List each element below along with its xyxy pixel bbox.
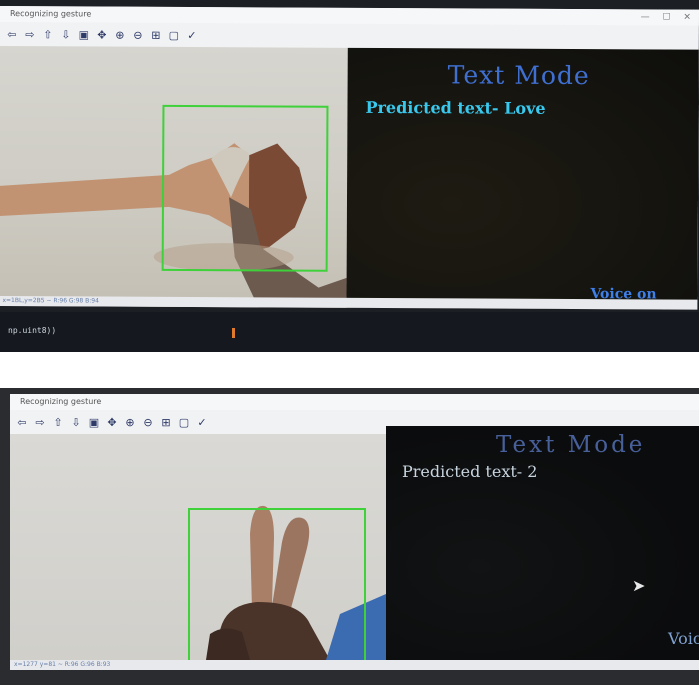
arrow-down-icon[interactable]: ⇩ <box>60 28 72 41</box>
arrow-up-icon[interactable]: ⇧ <box>42 28 54 41</box>
window-title: Recognizing gesture <box>20 397 102 406</box>
terminal-code: np.uint8)) <box>8 326 57 335</box>
fit-icon[interactable]: ⊞ <box>150 28 162 41</box>
maximize-icon[interactable]: ☐ <box>662 12 670 22</box>
gesture-window: Recognizing gesture ⇦ ⇨ ⇧ ⇩ ▣ ✥ ⊕ ⊖ ⊞ ▢ … <box>10 394 699 670</box>
close-icon[interactable]: ✕ <box>683 13 691 23</box>
arrow-right-icon[interactable]: ⇨ <box>34 416 46 429</box>
zoom-in-icon[interactable]: ⊕ <box>114 28 126 41</box>
arrow-left-icon[interactable]: ⇦ <box>6 28 18 41</box>
screenshot-top: Recognizing gesture — ☐ ✕ ⇦ ⇨ ⇧ ⇩ ▣ ✥ ⊕ … <box>0 0 699 352</box>
camera-feed <box>0 45 348 308</box>
status-bar: x=1277 y=81 ~ R:96 G:96 B:93 <box>10 660 699 670</box>
camera-feed <box>10 434 386 660</box>
settings-icon[interactable]: ✓ <box>186 28 198 41</box>
window-controls: — ☐ ✕ <box>631 9 691 25</box>
pan-icon[interactable]: ✥ <box>96 28 108 41</box>
window-titlebar: Recognizing gesture <box>10 394 699 410</box>
arrow-up-icon[interactable]: ⇧ <box>52 416 64 429</box>
terminal-cursor-mark <box>232 328 235 338</box>
mouse-cursor-icon: ➤ <box>632 576 646 595</box>
zoom-out-icon[interactable]: ⊖ <box>132 28 144 41</box>
zoom-out-icon[interactable]: ⊖ <box>142 416 154 429</box>
zoom-in-icon[interactable]: ⊕ <box>124 416 136 429</box>
arrow-right-icon[interactable]: ⇨ <box>24 28 36 41</box>
text-mode-panel: Text Mode Predicted text- Love Voice on <box>346 47 699 310</box>
window-title: Recognizing gesture <box>9 9 92 19</box>
gesture-window: Recognizing gesture — ☐ ✕ ⇦ ⇨ ⇧ ⇩ ▣ ✥ ⊕ … <box>0 6 699 310</box>
text-mode-panel: Text Mode Predicted text- 2 ➤ Voic <box>386 426 699 660</box>
select-icon[interactable]: ▢ <box>178 416 190 429</box>
fit-icon[interactable]: ⊞ <box>160 416 172 429</box>
mode-title: Text Mode <box>496 432 646 458</box>
screenshot-bottom: Recognizing gesture ⇦ ⇨ ⇧ ⇩ ▣ ✥ ⊕ ⊖ ⊞ ▢ … <box>0 388 699 685</box>
voice-status: Voic <box>668 629 699 648</box>
arrow-left-icon[interactable]: ⇦ <box>16 416 28 429</box>
terminal-strip: np.uint8)) <box>0 312 699 352</box>
pan-icon[interactable]: ✥ <box>106 416 118 429</box>
window-titlebar: Recognizing gesture — ☐ ✕ <box>0 6 699 26</box>
predicted-text: Predicted text- 2 <box>402 462 538 481</box>
mode-title: Text Mode <box>447 60 590 91</box>
settings-icon[interactable]: ✓ <box>196 416 208 429</box>
save-icon[interactable]: ▣ <box>78 28 90 41</box>
select-icon[interactable]: ▢ <box>168 28 180 41</box>
arrow-down-icon[interactable]: ⇩ <box>70 416 82 429</box>
toolbar: ⇦ ⇨ ⇧ ⇩ ▣ ✥ ⊕ ⊖ ⊞ ▢ ✓ <box>0 24 699 48</box>
predicted-text: Predicted text- Love <box>365 97 546 118</box>
minimize-icon[interactable]: — <box>641 12 650 22</box>
roi-box <box>161 104 329 272</box>
roi-box <box>188 508 366 660</box>
save-icon[interactable]: ▣ <box>88 416 100 429</box>
